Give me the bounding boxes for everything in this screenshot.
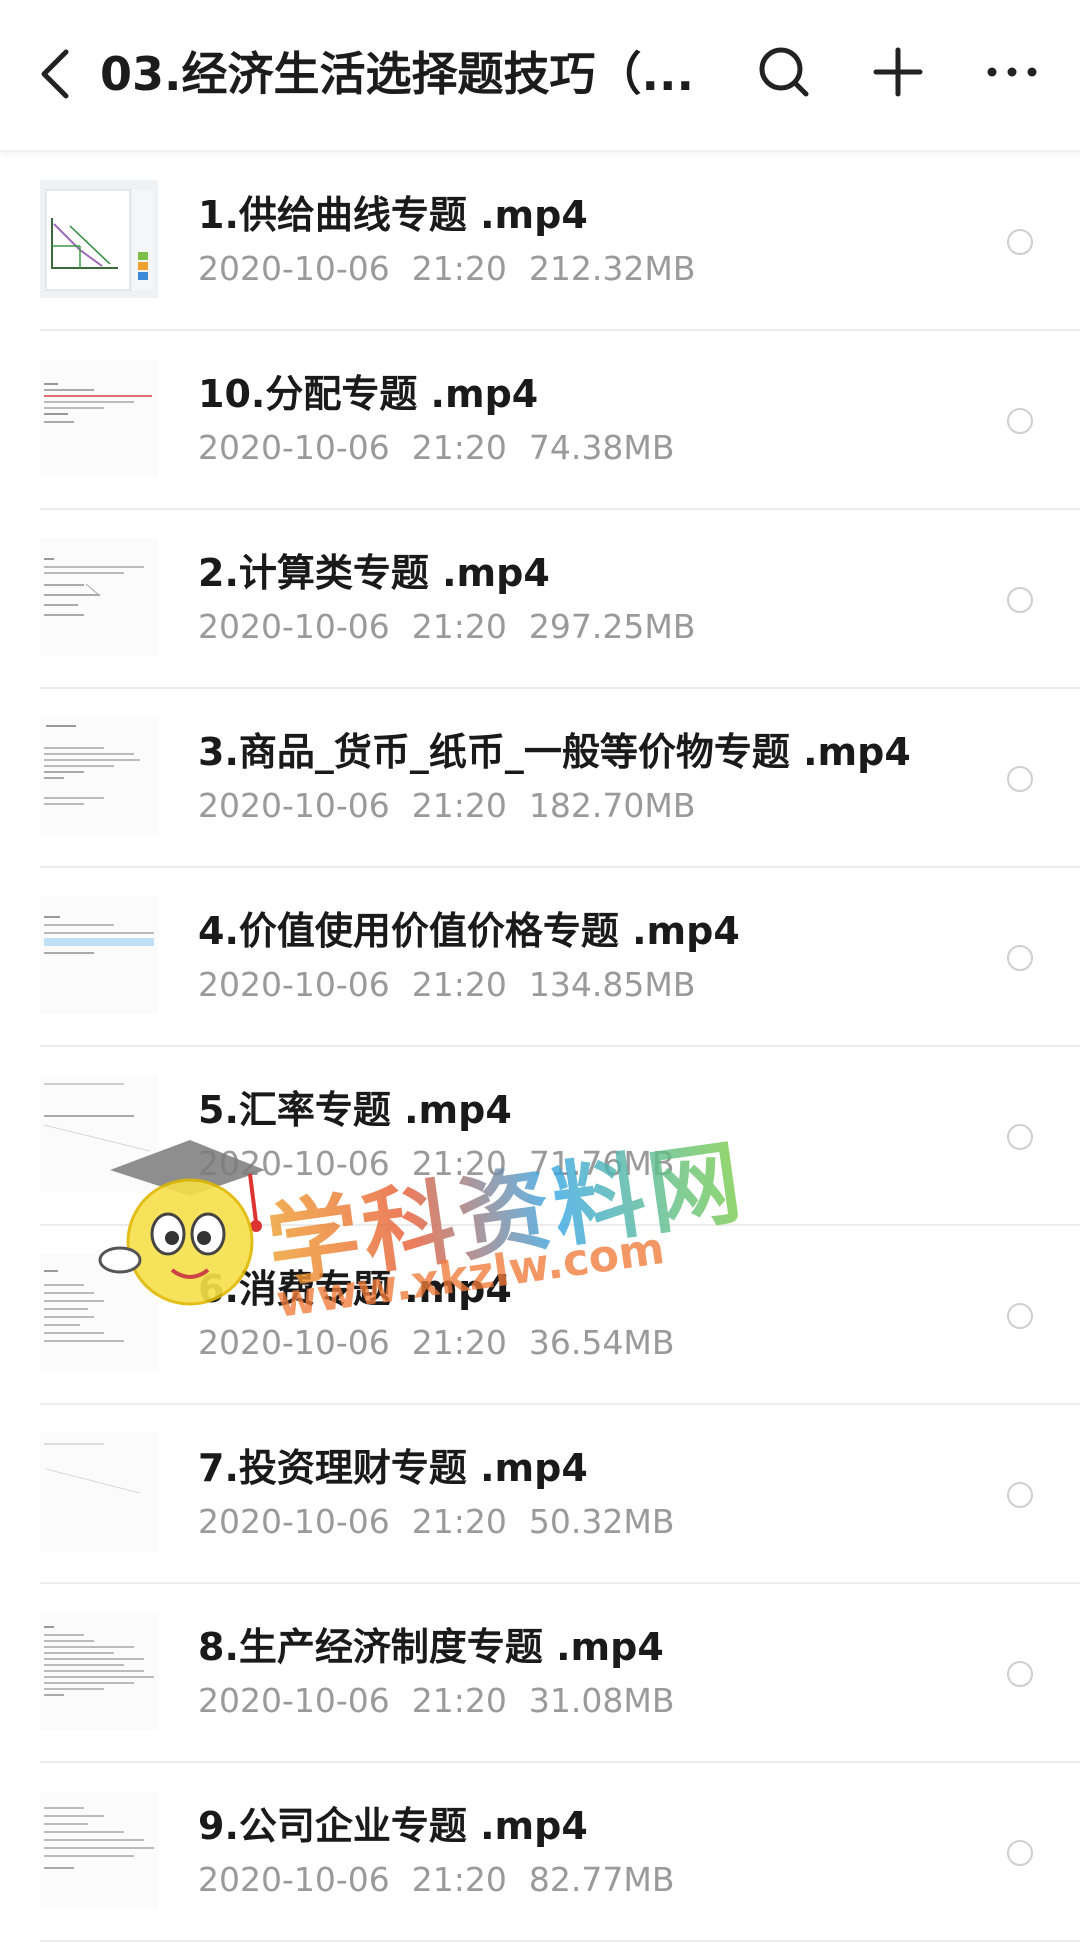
file-row[interactable]: 8.生产经济制度专题 .mp4 2020-10-06 21:20 31.08MB [0, 1584, 1080, 1763]
select-radio[interactable] [1007, 1124, 1033, 1150]
file-size: 36.54MB [528, 1323, 675, 1362]
file-size: 31.08MB [528, 1681, 675, 1720]
video-thumbnail [40, 180, 158, 298]
file-meta: 2020-10-06 21:20 31.08MB [198, 1680, 696, 1722]
search-icon [759, 47, 809, 97]
document-thumbnail [40, 1075, 158, 1193]
file-time: 21:20 [411, 607, 507, 646]
select-radio[interactable] [1007, 1303, 1033, 1329]
file-name: 3.商品_货币_纸币_一般等价物专题 .mp4 [198, 730, 911, 774]
file-time: 21:20 [411, 965, 507, 1004]
file-name: 1.供给曲线专题 .mp4 [198, 193, 588, 237]
top-bar: 03.经济生活选择题技巧（... [0, 0, 1080, 152]
search-button[interactable] [748, 36, 820, 108]
file-size: 82.77MB [528, 1860, 675, 1899]
file-row[interactable]: 9.公司企业专题 .mp4 2020-10-06 21:20 82.77MB [0, 1763, 1080, 1942]
file-meta: 2020-10-06 21:20 182.70MB [198, 785, 717, 827]
file-date: 2020-10-06 [198, 965, 390, 1004]
file-row[interactable]: 7.投资理财专题 .mp4 2020-10-06 21:20 50.32MB [0, 1405, 1080, 1584]
file-size: 74.38MB [528, 428, 675, 467]
plus-icon [873, 47, 923, 97]
file-row[interactable]: 3.商品_货币_纸币_一般等价物专题 .mp4 2020-10-06 21:20 1… [0, 689, 1080, 868]
file-row[interactable]: 10.分配专题 .mp4 2020-10-06 21:20 74.38MB [0, 331, 1080, 510]
file-size: 50.32MB [528, 1502, 675, 1541]
file-meta: 2020-10-06 21:20 297.25MB [198, 606, 717, 648]
file-name: 2.计算类专题 .mp4 [198, 551, 550, 595]
back-arrow-icon [41, 49, 69, 99]
file-list: 1.供给曲线专题 .mp4 2020-10-06 21:20 212.32MB 10… [0, 152, 1080, 1942]
select-radio[interactable] [1007, 1840, 1033, 1866]
document-thumbnail [40, 896, 158, 1014]
select-radio[interactable] [1007, 1661, 1033, 1687]
file-time: 21:20 [411, 786, 507, 825]
file-date: 2020-10-06 [198, 786, 390, 825]
file-meta: 2020-10-06 21:20 50.32MB [198, 1501, 696, 1543]
file-date: 2020-10-06 [198, 1323, 390, 1362]
file-row[interactable]: 4.价值使用价值价格专题 .mp4 2020-10-06 21:20 134.85M… [0, 868, 1080, 1047]
file-time: 21:20 [411, 1323, 507, 1362]
select-radio[interactable] [1007, 1482, 1033, 1508]
select-radio[interactable] [1007, 408, 1033, 434]
file-date: 2020-10-06 [198, 249, 390, 288]
file-date: 2020-10-06 [198, 1681, 390, 1720]
file-meta: 2020-10-06 21:20 71.76MB [198, 1143, 696, 1185]
file-meta: 2020-10-06 21:20 82.77MB [198, 1859, 696, 1901]
file-size: 212.32MB [528, 249, 696, 288]
file-name: 5.汇率专题 .mp4 [198, 1088, 512, 1132]
document-thumbnail [40, 359, 158, 477]
document-thumbnail [40, 1433, 158, 1551]
file-name: 8.生产经济制度专题 .mp4 [198, 1625, 664, 1669]
file-time: 21:20 [411, 1502, 507, 1541]
file-time: 21:20 [411, 249, 507, 288]
file-meta: 2020-10-06 21:20 134.85MB [198, 964, 717, 1006]
file-size: 71.76MB [528, 1144, 675, 1183]
select-radio[interactable] [1007, 766, 1033, 792]
file-date: 2020-10-06 [198, 1144, 390, 1183]
add-button[interactable] [862, 36, 934, 108]
file-time: 21:20 [411, 1144, 507, 1183]
document-thumbnail [40, 1612, 158, 1730]
back-button[interactable] [30, 36, 82, 108]
file-meta: 2020-10-06 21:20 36.54MB [198, 1322, 696, 1364]
select-radio[interactable] [1007, 587, 1033, 613]
file-row[interactable]: 1.供给曲线专题 .mp4 2020-10-06 21:20 212.32MB [0, 152, 1080, 331]
document-thumbnail [40, 717, 158, 835]
select-radio[interactable] [1007, 229, 1033, 255]
file-size: 134.85MB [528, 965, 696, 1004]
file-date: 2020-10-06 [198, 1860, 390, 1899]
file-name: 10.分配专题 .mp4 [198, 372, 539, 416]
select-radio[interactable] [1007, 945, 1033, 971]
document-thumbnail [40, 538, 158, 656]
document-thumbnail [40, 1254, 158, 1372]
file-time: 21:20 [411, 1860, 507, 1899]
more-icon [987, 67, 1037, 77]
file-size: 182.70MB [528, 786, 696, 825]
document-thumbnail [40, 1791, 158, 1909]
file-date: 2020-10-06 [198, 1502, 390, 1541]
file-name: 9.公司企业专题 .mp4 [198, 1804, 588, 1848]
file-time: 21:20 [411, 428, 507, 467]
file-row[interactable]: 2.计算类专题 .mp4 2020-10-06 21:20 297.25MB [0, 510, 1080, 689]
file-name: 6.消费专题 .mp4 [198, 1267, 512, 1311]
file-date: 2020-10-06 [198, 428, 390, 467]
file-name: 7.投资理财专题 .mp4 [198, 1446, 588, 1490]
file-date: 2020-10-06 [198, 607, 390, 646]
file-row[interactable]: 6.消费专题 .mp4 2020-10-06 21:20 36.54MB [0, 1226, 1080, 1405]
folder-title: 03.经济生活选择题技巧（... [100, 47, 694, 101]
file-meta: 2020-10-06 21:20 212.32MB [198, 248, 717, 290]
file-time: 21:20 [411, 1681, 507, 1720]
file-meta: 2020-10-06 21:20 74.38MB [198, 427, 696, 469]
more-button[interactable] [976, 36, 1048, 108]
file-name: 4.价值使用价值价格专题 .mp4 [198, 909, 740, 953]
file-row[interactable]: 5.汇率专题 .mp4 2020-10-06 21:20 71.76MB [0, 1047, 1080, 1226]
file-size: 297.25MB [528, 607, 696, 646]
